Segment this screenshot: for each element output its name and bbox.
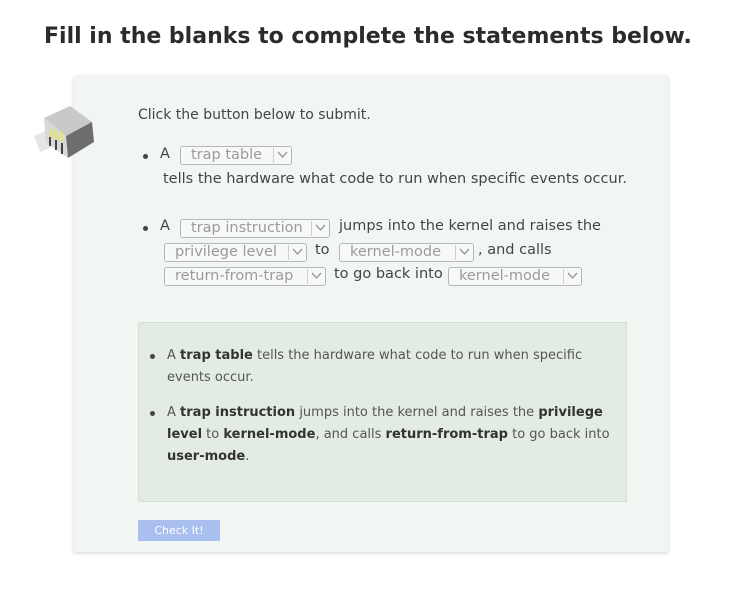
chevron-down-icon [307, 269, 325, 284]
statement2-text2: to [315, 242, 330, 258]
answer-text: A [167, 405, 176, 420]
answer-text: jumps into the kernel and raises the [299, 405, 535, 420]
bullet-icon [143, 154, 148, 159]
answer-text: A [167, 348, 176, 363]
check-it-button[interactable]: Check It! [138, 520, 220, 541]
answer-term: trap instruction [180, 405, 296, 420]
statement2-prefix: A [160, 218, 170, 234]
answer-term: kernel-mode [223, 427, 316, 442]
bullet-icon [150, 411, 155, 416]
instruction-text: Click the button below to submit. [138, 107, 371, 123]
select-value: privilege level [175, 244, 277, 260]
answer-item-1: A trap table tells the hardware what cod… [167, 345, 622, 389]
trap-instruction-select[interactable]: trap instruction [180, 219, 330, 238]
statement2-text1: jumps into the kernel and raises the [339, 218, 601, 234]
chevron-down-icon [455, 245, 473, 260]
statement2-text4: to go back into [334, 266, 443, 282]
answer-term: user-mode [167, 449, 246, 464]
select-value: kernel-mode [459, 268, 551, 284]
final-mode-select[interactable]: kernel-mode [448, 267, 582, 286]
select-value: kernel-mode [350, 244, 442, 260]
bullet-icon [150, 354, 155, 359]
page-title: Fill in the blanks to complete the state… [44, 24, 692, 49]
answer-term: return-from-trap [385, 427, 508, 442]
select-value: trap table [191, 147, 263, 163]
chevron-down-icon [311, 221, 329, 236]
select-value: trap instruction [191, 220, 303, 236]
kernel-mode-select[interactable]: kernel-mode [339, 243, 474, 262]
chevron-down-icon [273, 148, 291, 163]
answer-text: , and calls [315, 427, 382, 442]
answer-term: trap table [180, 348, 253, 363]
privilege-level-select[interactable]: privilege level [164, 243, 307, 262]
statement2-text3: , and calls [478, 242, 552, 258]
trap-table-select[interactable]: trap table [180, 146, 292, 165]
statement1-prefix: A [160, 146, 170, 162]
statement1-suffix: tells the hardware what code to run when… [163, 171, 627, 187]
bullet-icon [143, 226, 148, 231]
answer-text: to go back into [512, 427, 610, 442]
answer-text: . [245, 449, 250, 464]
answer-text: to [206, 427, 220, 442]
answer-panel: A trap table tells the hardware what cod… [138, 322, 627, 502]
select-value: return-from-trap [175, 268, 294, 284]
answer-item-2: A trap instruction jumps into the kernel… [167, 402, 622, 468]
chevron-down-icon [563, 269, 581, 284]
chevron-down-icon [288, 245, 306, 260]
return-from-trap-select[interactable]: return-from-trap [164, 267, 326, 286]
server-cube-icon [30, 100, 100, 164]
